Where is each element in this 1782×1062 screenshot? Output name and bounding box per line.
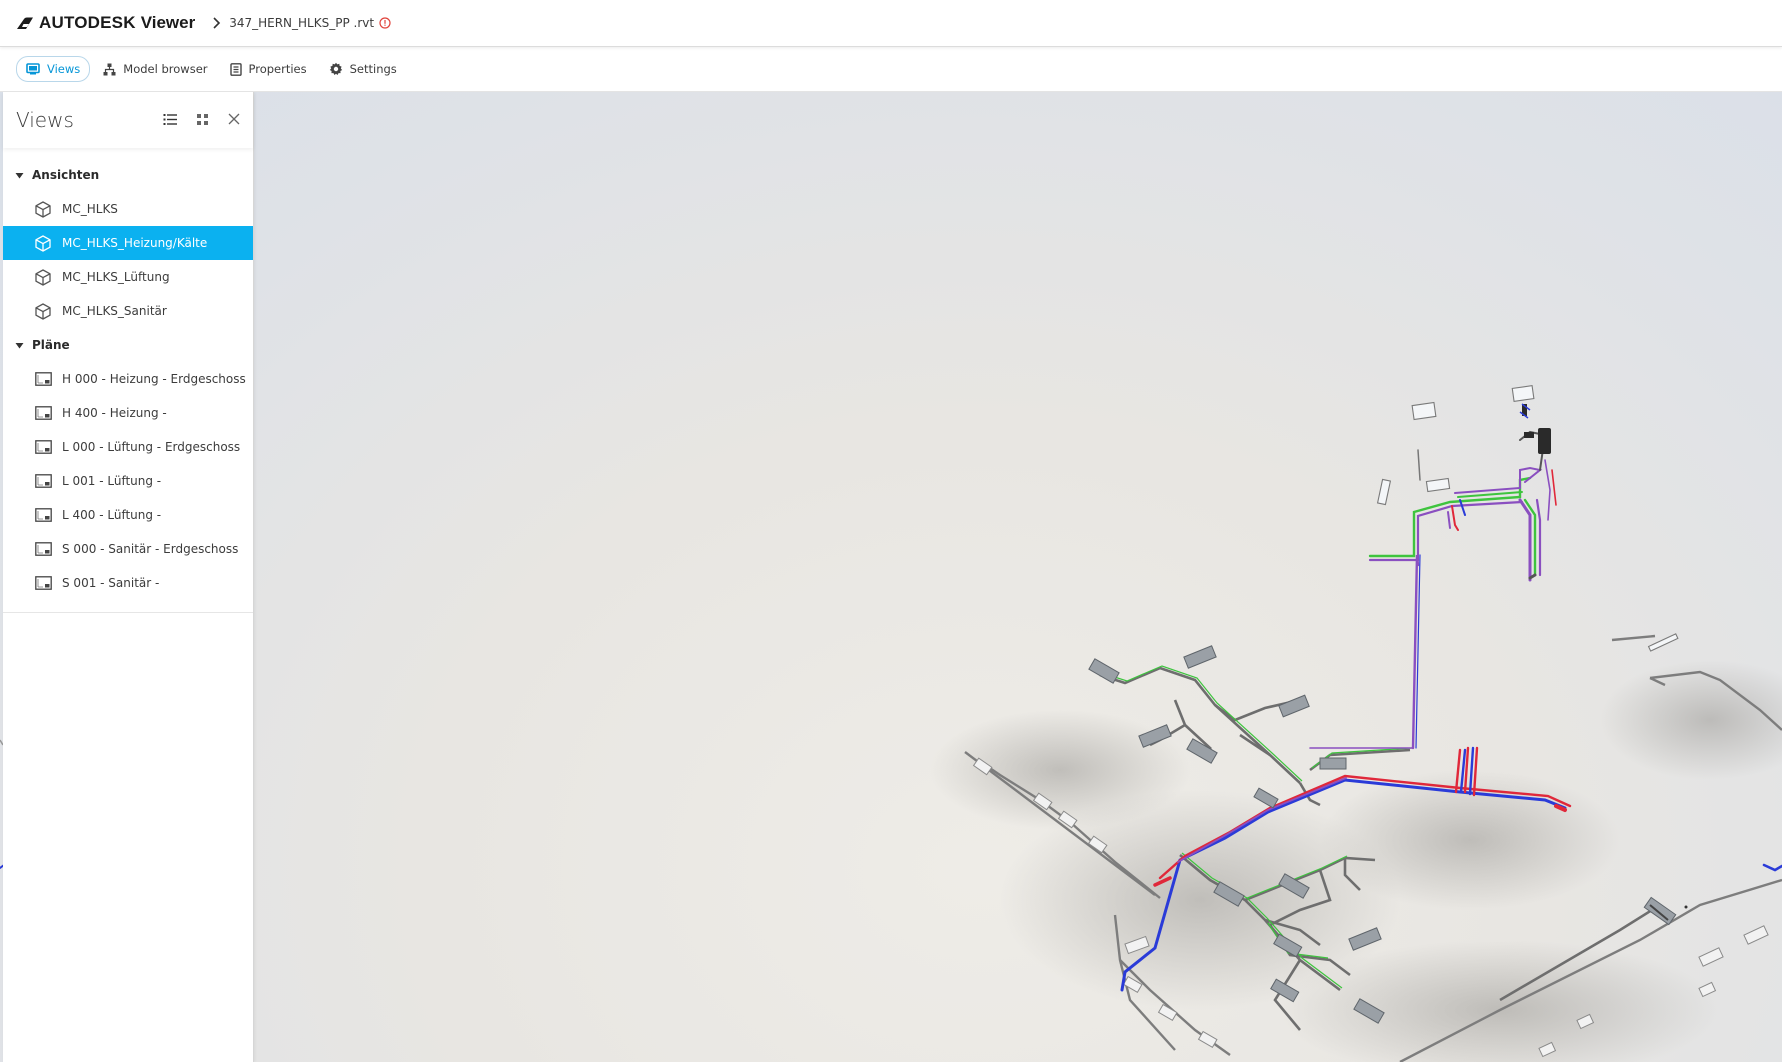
document-icon (229, 62, 242, 76)
app-header: AUTODESK Viewer 347_HERN_HLKS_PP .rvt (0, 0, 1782, 47)
sheet-icon (34, 472, 52, 490)
view-item-label: MC_HLKS_Heizung/Kälte (62, 236, 208, 250)
sheet-icon (34, 370, 52, 388)
product-name: Viewer (140, 13, 196, 32)
tab-model-browser[interactable]: Model browser (94, 57, 216, 81)
tab-properties[interactable]: Properties (221, 57, 316, 81)
sheet-item-l000[interactable]: L 000 - Lüftung - Erdgeschoss (3, 430, 253, 464)
main-tab-bar: Views Model browser Properties Settings (0, 47, 1782, 92)
view-item-mc-hlks-lueftung[interactable]: MC_HLKS_Lüftung (3, 260, 253, 294)
3d-cube-icon (34, 234, 52, 252)
file-name-breadcrumb[interactable]: 347_HERN_HLKS_PP .rvt (229, 16, 374, 30)
sheet-item-label: L 400 - Lüftung - (62, 508, 162, 522)
sheet-item-l400[interactable]: L 400 - Lüftung - (3, 498, 253, 532)
sheet-item-h400[interactable]: H 400 - Heizung - (3, 396, 253, 430)
brand-name: AUTODESK (39, 13, 136, 32)
model-viewer-canvas[interactable] (0, 92, 1782, 1062)
sheet-item-label: L 001 - Lüftung - (62, 474, 162, 488)
sheet-item-label: S 001 - Sanitär - (62, 576, 160, 590)
close-panel-button[interactable] (225, 110, 243, 128)
views-icon (26, 63, 40, 75)
warning-icon[interactable] (379, 17, 391, 29)
grid-icon (196, 113, 208, 125)
tab-settings-label: Settings (349, 62, 397, 76)
sheet-icon (34, 506, 52, 524)
3d-cube-icon (34, 200, 52, 218)
sheet-item-s000[interactable]: S 000 - Sanitär - Erdgeschoss (3, 532, 253, 566)
view-item-label: MC_HLKS_Lüftung (62, 270, 170, 284)
tab-model-browser-label: Model browser (123, 62, 208, 76)
tree-group-ansichten[interactable]: Ansichten (3, 158, 253, 192)
autodesk-logo[interactable]: AUTODESK Viewer (16, 13, 195, 33)
gear-icon (329, 62, 342, 75)
list-icon (163, 113, 177, 125)
close-icon (228, 113, 240, 125)
tree-group-plaene[interactable]: Pläne (3, 328, 253, 362)
caret-down-icon (15, 172, 24, 178)
sheet-item-l001[interactable]: L 001 - Lüftung - (3, 464, 253, 498)
caret-down-icon (15, 342, 24, 348)
list-view-button[interactable] (161, 110, 179, 128)
panel-toolbar (161, 110, 243, 128)
hierarchy-icon (103, 63, 116, 75)
tab-views-label: Views (47, 62, 81, 76)
view-item-mc-hlks-sanitaer[interactable]: MC_HLKS_Sanitär (3, 294, 253, 328)
sheet-icon (34, 540, 52, 558)
view-item-label: MC_HLKS (62, 202, 118, 216)
tab-views[interactable]: Views (16, 56, 91, 82)
tab-properties-label: Properties (248, 62, 307, 76)
view-item-mc-hlks-heizung-kaelte[interactable]: MC_HLKS_Heizung/Kälte (3, 226, 253, 260)
views-panel-header: Views (3, 92, 253, 148)
sheet-item-label: H 000 - Heizung - Erdgeschoss (62, 372, 246, 386)
autodesk-a-icon (17, 17, 33, 29)
view-item-mc-hlks[interactable]: MC_HLKS (3, 192, 253, 226)
chevron-right-icon (213, 17, 221, 29)
sheet-item-label: H 400 - Heizung - (62, 406, 167, 420)
hvac-model-render (0, 385, 1782, 1062)
3d-cube-icon (34, 302, 52, 320)
panel-title: Views (16, 108, 74, 132)
tree-group-label: Ansichten (32, 168, 100, 182)
3d-cube-icon (34, 268, 52, 286)
sheet-item-h000[interactable]: H 000 - Heizung - Erdgeschoss (3, 362, 253, 396)
sheet-icon (34, 404, 52, 422)
grid-view-button[interactable] (193, 110, 211, 128)
tree-group-label: Pläne (32, 338, 70, 352)
sheet-icon (34, 574, 52, 592)
view-item-label: MC_HLKS_Sanitär (62, 304, 167, 318)
sheet-item-label: S 000 - Sanitär - Erdgeschoss (62, 542, 239, 556)
views-tree: Ansichten MC_HLKS MC_HLKS_Heizung/Kälte … (3, 158, 253, 613)
sheet-icon (34, 438, 52, 456)
views-panel: Views Ansichten MC_HLKS MC_HLKS_Heizung/… (3, 92, 254, 1062)
tab-settings[interactable]: Settings (320, 57, 406, 81)
sheet-item-s001[interactable]: S 001 - Sanitär - (3, 566, 253, 600)
sheet-item-label: L 000 - Lüftung - Erdgeschoss (62, 440, 241, 454)
